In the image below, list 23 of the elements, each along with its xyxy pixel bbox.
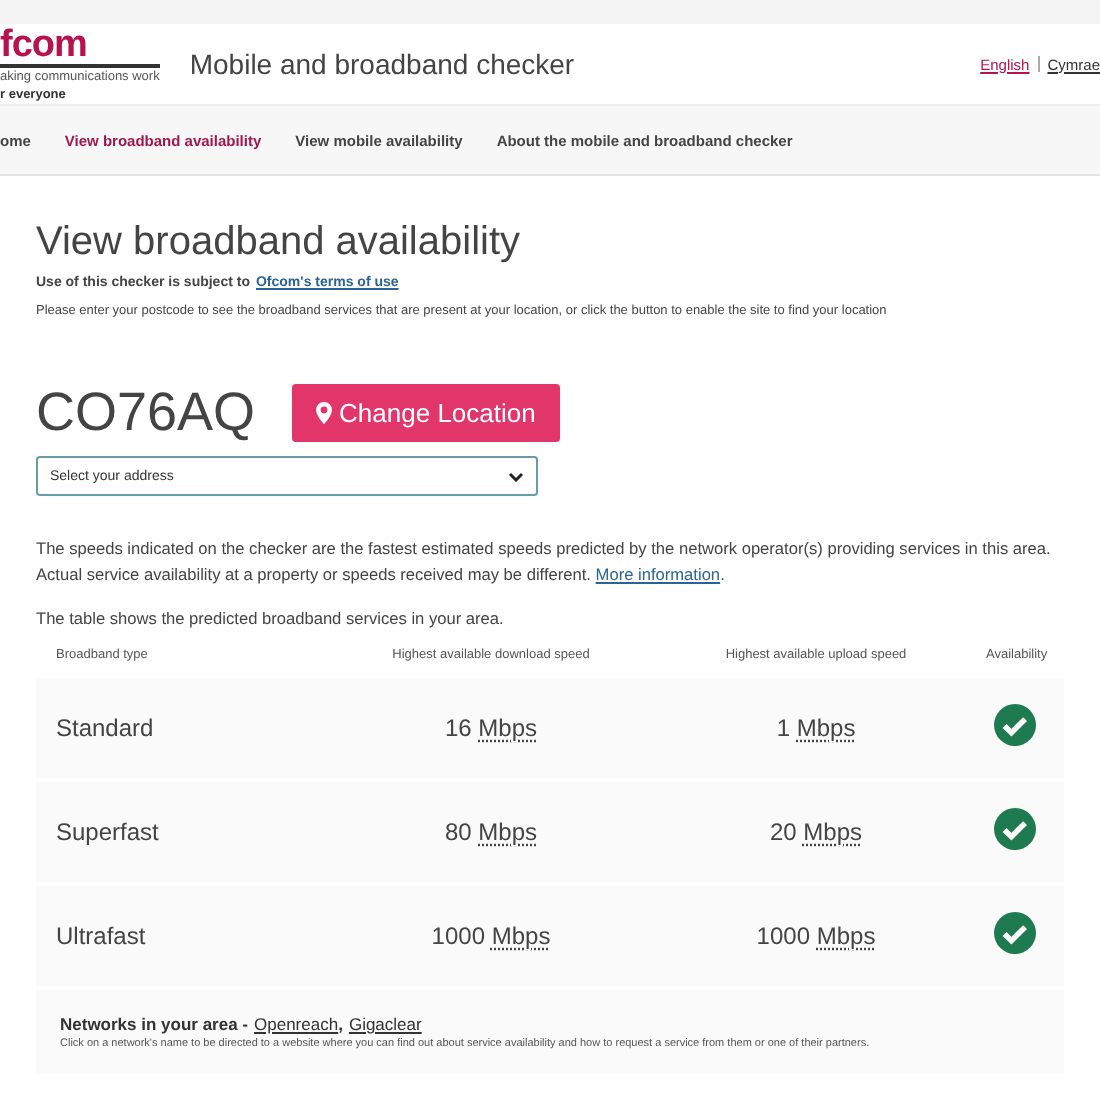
logo[interactable]: fcom <box>0 28 160 68</box>
chevron-down-icon <box>508 471 524 481</box>
table-cell-text: 80 Mbps <box>442 818 540 846</box>
table-cell-text: 1000 Mbps <box>754 922 878 950</box>
table-cell-text: 1000 Mbps <box>429 922 553 950</box>
disclaimer-text: The speeds indicated on the checker are the fastest estimated speeds predicted by the network operator(s) providing services in this area. Actual service availability at a property or speeds received may be different. More information. <box>36 536 1053 588</box>
site-title: Mobile and broadband checker <box>189 48 577 80</box>
change-location-button[interactable]: Change Location <box>291 384 560 442</box>
table-intro: The table shows the predicted broadband services in your area. <box>36 608 506 628</box>
network-link[interactable]: Openreach <box>254 1014 339 1034</box>
page-heading: View broadband availability <box>36 220 523 266</box>
table-cell-text: 16 Mbps <box>442 714 540 742</box>
table-cell-text: 1 Mbps <box>774 714 858 742</box>
table-cell-text: Standard <box>56 714 156 742</box>
map-pin-icon <box>315 402 332 424</box>
table-cell-text: Ultrafast <box>56 922 148 950</box>
networks-label: Networks in your area - <box>60 1014 249 1034</box>
table-cell-text: 20 Mbps <box>767 818 865 846</box>
network-link[interactable]: Gigaclear <box>348 1014 422 1034</box>
table-cell-text: Superfast <box>56 818 161 846</box>
more-information-link[interactable]: More information <box>595 564 721 584</box>
postcode: CO76AQ <box>36 382 256 444</box>
comma: , <box>338 1014 343 1034</box>
